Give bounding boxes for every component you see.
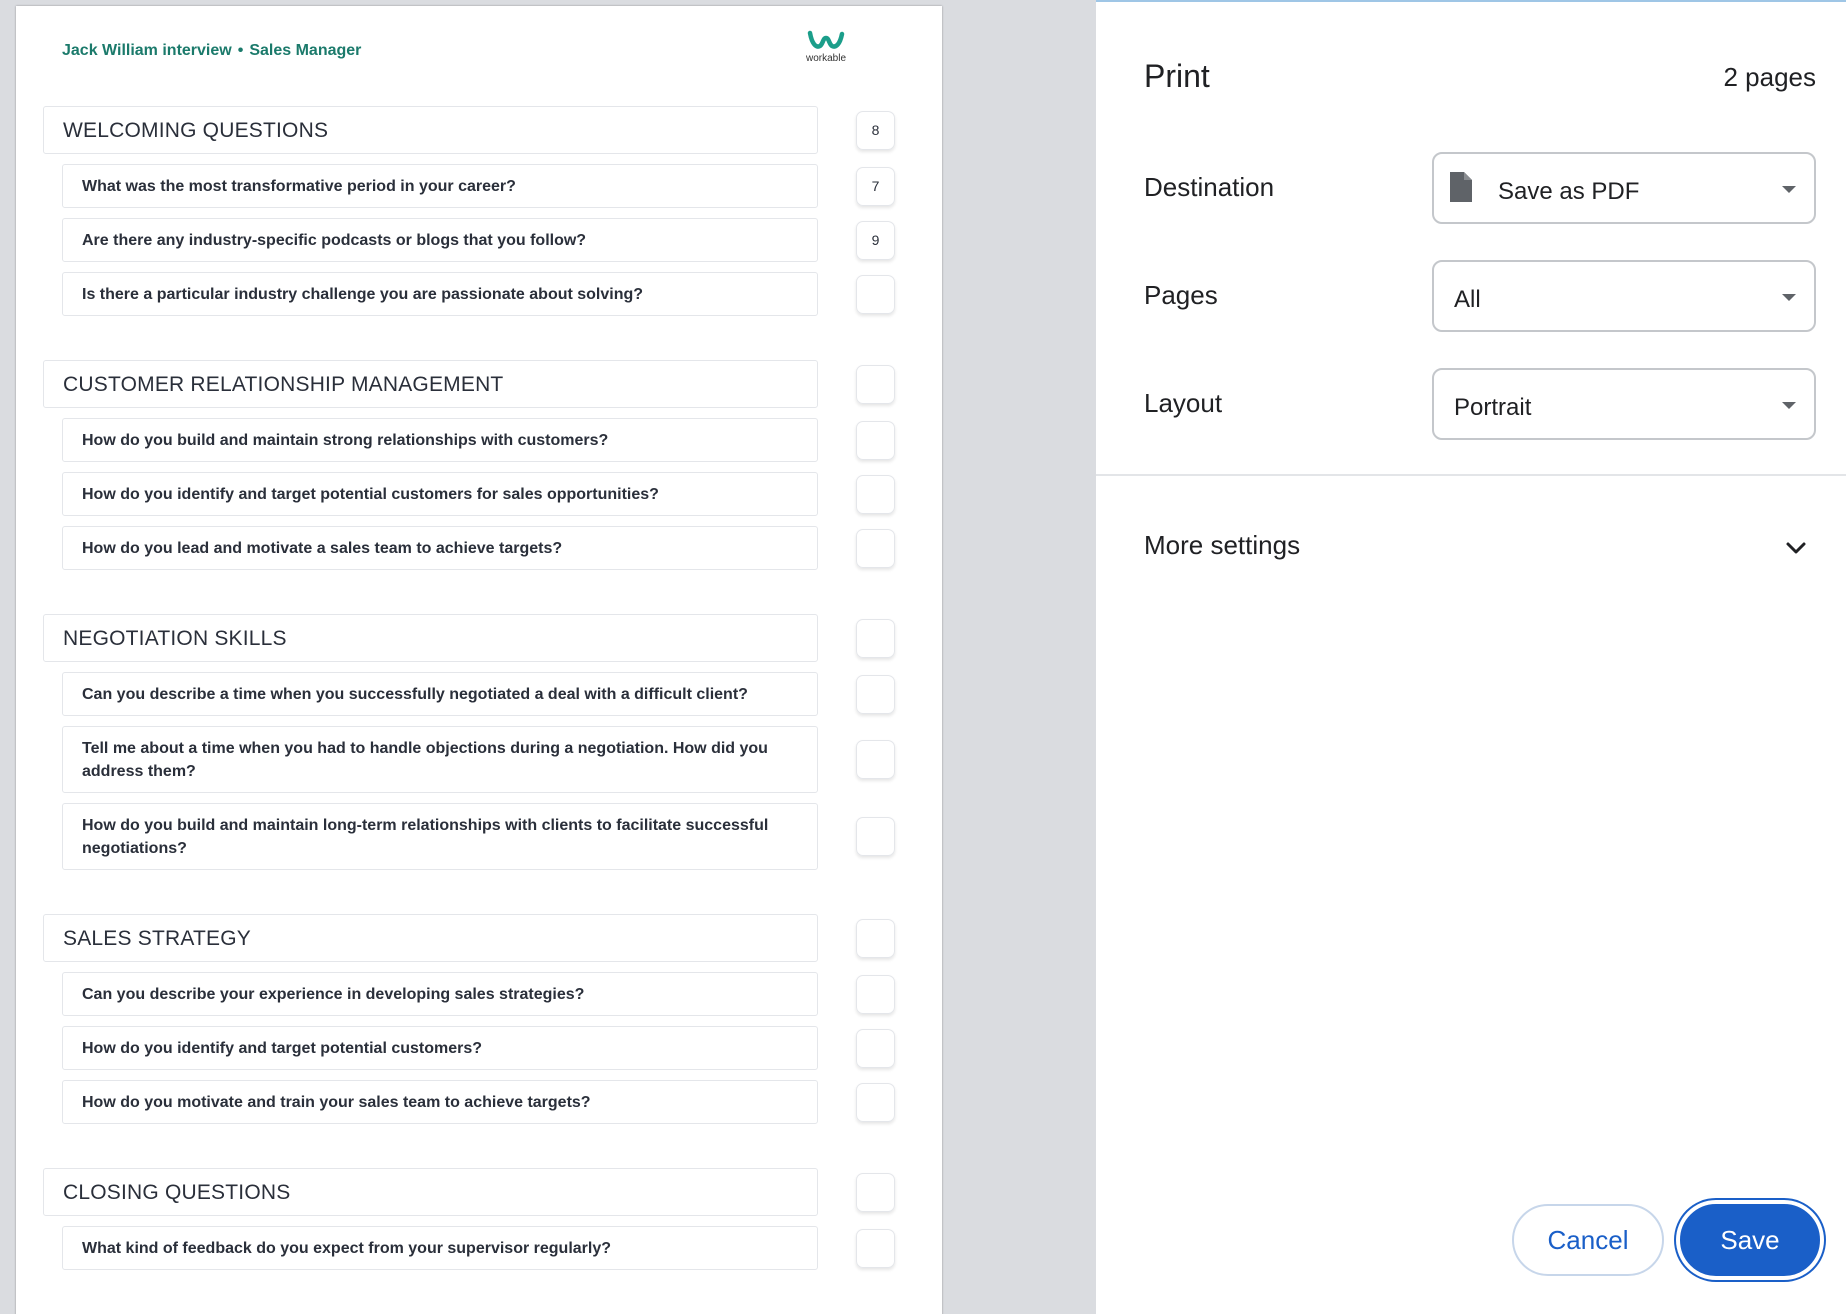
pages-label: Pages <box>1144 280 1218 310</box>
question-item: Can you describe your experience in deve… <box>62 972 818 1016</box>
question-item: How do you motivate and train your sales… <box>62 1080 818 1124</box>
question-score-box[interactable]: 7 <box>856 166 895 206</box>
section-title: CLOSING QUESTIONS <box>43 1168 818 1216</box>
page-count: 2 pages <box>1723 62 1816 92</box>
candidate-name: Jack William interview <box>62 42 232 59</box>
section-score-box[interactable] <box>856 619 895 658</box>
question-item: How do you identify and target potential… <box>62 1026 818 1070</box>
dropdown-arrow-icon <box>1782 186 1796 193</box>
question-score-box[interactable] <box>856 740 895 779</box>
section-title: NEGOTIATION SKILLS <box>43 614 818 662</box>
section-score-box[interactable] <box>856 1173 895 1212</box>
layout-select[interactable]: Portrait <box>1432 368 1816 440</box>
layout-label: Layout <box>1144 388 1223 418</box>
dropdown-arrow-icon <box>1782 402 1796 409</box>
section-score-box[interactable] <box>856 365 895 404</box>
document-header: Jack William interview • Sales Manager <box>62 42 361 60</box>
question-item: Can you describe a time when you success… <box>62 672 818 716</box>
question-score-box[interactable] <box>856 674 895 714</box>
question-item: Tell me about a time when you had to han… <box>62 726 818 793</box>
settings-divider <box>1096 474 1846 476</box>
save-button[interactable]: Save <box>1680 1204 1820 1276</box>
question-item: What was the most transformative period … <box>62 164 818 208</box>
question-item: How do you lead and motivate a sales tea… <box>62 526 818 570</box>
layout-value: Portrait <box>1454 394 1532 421</box>
question-score-box[interactable] <box>856 974 895 1014</box>
workable-logo-icon <box>807 30 845 49</box>
question-item: What kind of feedback do you expect from… <box>62 1226 818 1270</box>
dropdown-arrow-icon <box>1782 294 1796 301</box>
destination-label: Destination <box>1144 172 1275 202</box>
role-name: Sales Manager <box>249 42 362 59</box>
section-score-box[interactable] <box>856 919 895 958</box>
section-score-box[interactable]: 8 <box>856 111 895 150</box>
pages-select[interactable]: All <box>1432 260 1816 332</box>
logo-text: workable <box>805 53 847 64</box>
section-title: WELCOMING QUESTIONS <box>43 106 818 154</box>
question-item: Is there a particular industry challenge… <box>62 272 818 316</box>
question-score-box[interactable] <box>856 1082 895 1122</box>
question-score-box[interactable] <box>856 1228 895 1268</box>
section-title: CUSTOMER RELATIONSHIP MANAGEMENT <box>43 360 818 408</box>
question-score-box[interactable]: 9 <box>856 220 895 260</box>
question-score-box[interactable] <box>856 274 895 314</box>
question-score-box[interactable] <box>856 817 895 856</box>
header-separator: • <box>237 42 244 59</box>
cancel-button[interactable]: Cancel <box>1512 1204 1664 1276</box>
print-title: Print <box>1144 58 1210 94</box>
destination-select[interactable]: Save as PDF <box>1432 152 1816 224</box>
pages-value: All <box>1454 286 1481 313</box>
question-item: Are there any industry-specific podcasts… <box>62 218 818 262</box>
preview-page: Jack William interview • Sales Manager wor… <box>16 6 942 1314</box>
question-score-box[interactable] <box>856 528 895 568</box>
question-item: How do you build and maintain long-term … <box>62 803 818 870</box>
question-item: How do you identify and target potential… <box>62 472 818 516</box>
question-score-box[interactable] <box>856 1028 895 1068</box>
print-settings-panel: Print 2 pages Destination Save as PDF Pa… <box>1096 0 1846 1314</box>
chevron-down-icon[interactable] <box>1784 536 1808 560</box>
question-score-box[interactable] <box>856 420 895 460</box>
workable-logo: workable <box>798 30 854 64</box>
destination-value: Save as PDF <box>1498 178 1640 205</box>
print-preview-area: Jack William interview • Sales Manager wor… <box>0 0 1096 1314</box>
question-item: How do you build and maintain strong rel… <box>62 418 818 462</box>
more-settings-toggle[interactable]: More settings <box>1144 530 1300 561</box>
section-title: SALES STRATEGY <box>43 914 818 962</box>
question-score-box[interactable] <box>856 474 895 514</box>
file-icon <box>1450 172 1472 202</box>
